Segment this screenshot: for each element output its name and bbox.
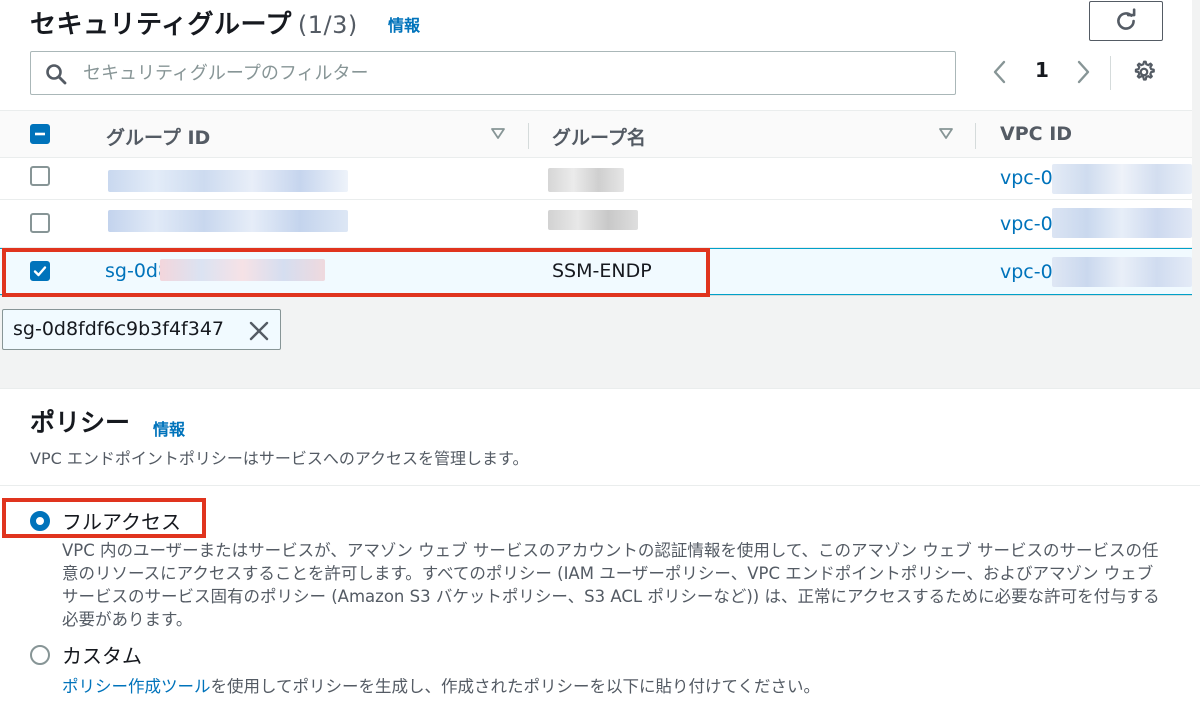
security-groups-card: セキュリティグループ(1/3) 情報 1 [0, 0, 1192, 297]
pager-divider [1110, 56, 1111, 90]
column-divider[interactable] [528, 123, 529, 149]
sort-caret-icon[interactable] [490, 127, 506, 141]
annotation-highlight-box [2, 498, 206, 538]
full-access-description: VPC 内のユーザーまたはサービスが、アマゾン ウェブ サービスのアカウントの認… [62, 541, 1160, 629]
custom-description-text: を使用してポリシーを生成し、作成されたポリシーを以下に貼り付けてください。 [210, 677, 821, 696]
sort-caret-icon[interactable] [938, 127, 954, 141]
selected-group-token: sg-0d8fdf6c9b3f4f347 [2, 309, 281, 350]
title-text: セキュリティグループ [30, 10, 292, 40]
policy-title: ポリシー [30, 408, 131, 437]
security-groups-title: セキュリティグループ (1/3) [30, 4, 358, 41]
custom-description: ポリシー作成ツールを使用してポリシーを生成し、作成されたポリシーを以下に貼り付け… [62, 673, 820, 697]
chevron-left-icon[interactable] [990, 58, 1010, 86]
select-all-checkbox[interactable] [30, 124, 50, 144]
custom-radio[interactable] [30, 645, 50, 665]
policy-description: VPC エンドポイントポリシーはサービスへのアクセスを管理します。 [30, 449, 529, 468]
redacted-vpc-id [1052, 257, 1192, 287]
search-icon [46, 64, 67, 85]
security-groups-panel: セキュリティグループ(1/3) 情報 1 [0, 0, 1200, 380]
divider [0, 485, 1200, 486]
redacted-group-id [108, 210, 348, 232]
annotation-highlight-box [2, 248, 710, 297]
sg-info-link[interactable]: 情報 [388, 12, 420, 36]
redacted-vpc-id [1052, 164, 1192, 194]
vpc-id-link[interactable]: vpc-0 [1000, 213, 1053, 235]
policy-info-link[interactable]: 情報 [153, 416, 185, 440]
token-label: sg-0d8fdf6c9b3f4f347 [13, 318, 224, 340]
row-checkbox[interactable] [30, 213, 50, 233]
vpc-id-link[interactable]: vpc-0 [1000, 167, 1053, 189]
close-icon[interactable] [248, 320, 270, 342]
custom-label[interactable]: カスタム [62, 640, 142, 669]
gear-icon[interactable] [1131, 59, 1157, 85]
column-header-group-id[interactable]: グループ ID [106, 123, 210, 150]
column-header-group-name[interactable]: グループ名 [552, 123, 646, 150]
table-row[interactable]: vpc-0 [0, 200, 1192, 248]
redacted-group-name [548, 210, 638, 230]
vpc-id-link[interactable]: vpc-0 [1000, 261, 1053, 283]
redacted-group-name [548, 168, 624, 192]
column-header-vpc-id[interactable]: VPC ID [1000, 123, 1072, 145]
filter-input[interactable] [83, 60, 943, 86]
policy-section: ポリシー 情報 VPC エンドポイントポリシーはサービスへのアクセスを管理します… [0, 388, 1200, 704]
selection-count: (1/3) [297, 11, 358, 39]
indeterminate-icon [35, 132, 45, 136]
table-header: グループ ID グループ名 VPC ID [0, 110, 1192, 158]
redacted-group-id [108, 170, 348, 192]
redacted-vpc-id [1052, 208, 1192, 238]
refresh-icon [1117, 8, 1136, 30]
current-page-number[interactable]: 1 [1035, 58, 1049, 82]
table-row[interactable]: vpc-0 [0, 158, 1192, 200]
column-divider[interactable] [975, 123, 976, 149]
refresh-button[interactable] [1089, 1, 1163, 41]
chevron-right-icon[interactable] [1073, 58, 1093, 86]
policy-generator-link[interactable]: ポリシー作成ツール [62, 677, 211, 696]
row-checkbox[interactable] [30, 166, 50, 186]
filter-search-box[interactable] [30, 51, 956, 95]
